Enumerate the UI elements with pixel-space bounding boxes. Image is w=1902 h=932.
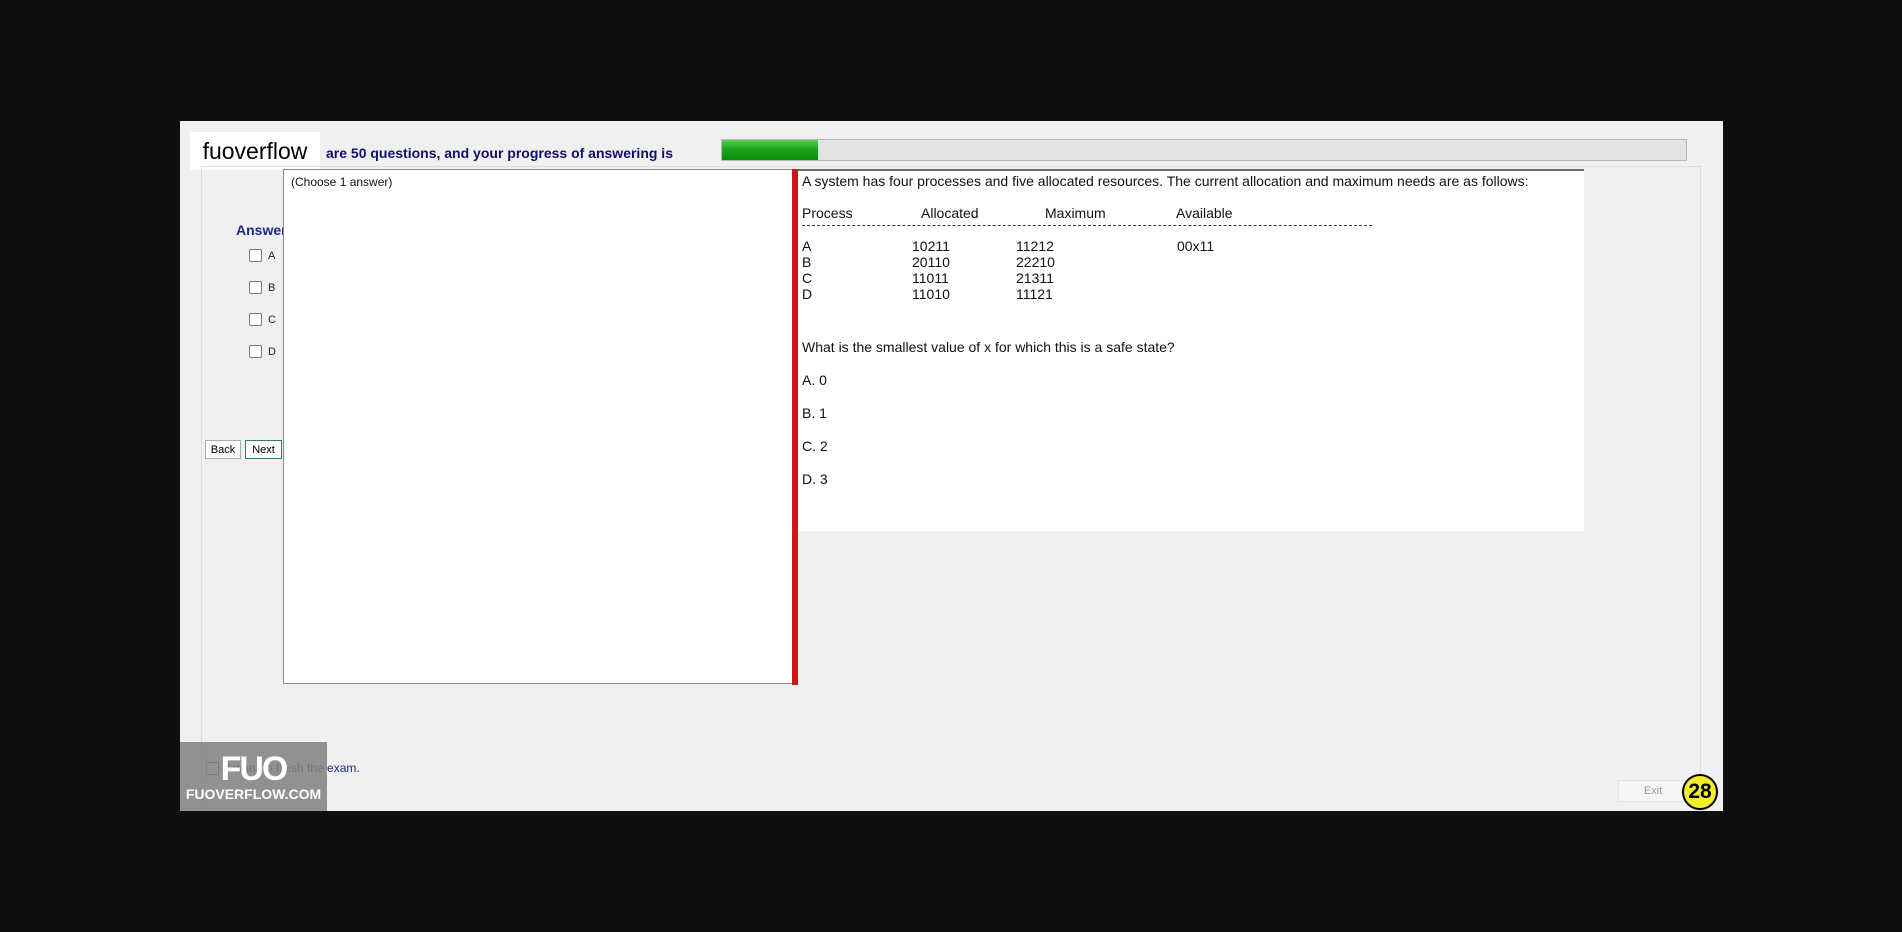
option-a-label: A bbox=[268, 249, 276, 262]
watermark-logo-mark: FUO bbox=[220, 749, 289, 788]
option-b[interactable]: B bbox=[249, 281, 275, 294]
exit-button[interactable]: Exit bbox=[1618, 780, 1688, 802]
progress-bar bbox=[721, 139, 1687, 161]
watermark-logo: FUO FUOVERFLOW.COM bbox=[180, 742, 327, 811]
choice-c: C. 2 bbox=[802, 438, 828, 454]
question-prompt: What is the smallest value of x for whic… bbox=[802, 339, 1175, 355]
option-b-checkbox[interactable] bbox=[249, 281, 262, 294]
row-a-allocated: 10211 bbox=[912, 238, 950, 254]
row-c-allocated: 11011 bbox=[912, 270, 949, 286]
back-button[interactable]: Back bbox=[205, 440, 241, 459]
question-intro: A system has four processes and five all… bbox=[802, 173, 1529, 189]
row-d-allocated: 11010 bbox=[912, 286, 950, 302]
option-d[interactable]: D bbox=[249, 345, 276, 358]
answer-panel: (Choose 1 answer) bbox=[283, 169, 795, 684]
option-d-checkbox[interactable] bbox=[249, 345, 262, 358]
option-a[interactable]: A bbox=[249, 249, 275, 262]
header: fuoverflow are 50 questions, and your pr… bbox=[180, 121, 1723, 171]
row-d-maximum: 11121 bbox=[1016, 286, 1053, 302]
option-d-label: D bbox=[268, 345, 276, 358]
answer-title: Answer bbox=[236, 222, 287, 238]
choice-b: B. 1 bbox=[802, 405, 827, 421]
header-process: Process bbox=[802, 205, 853, 221]
option-c-checkbox[interactable] bbox=[249, 313, 262, 326]
table-separator bbox=[802, 225, 1372, 226]
choose-hint: (Choose 1 answer) bbox=[291, 175, 393, 189]
row-a-maximum: 11212 bbox=[1016, 238, 1054, 254]
progress-label: are 50 questions, and your progress of a… bbox=[326, 145, 673, 161]
option-c[interactable]: C bbox=[249, 313, 276, 326]
exam-window: fuoverflow are 50 questions, and your pr… bbox=[180, 121, 1723, 811]
row-c-maximum: 21311 bbox=[1016, 270, 1054, 286]
brand-logo: fuoverflow bbox=[190, 132, 320, 170]
row-a-available: 00x11 bbox=[1177, 238, 1215, 254]
header-available: Available bbox=[1176, 205, 1233, 221]
row-b-allocated: 20110 bbox=[912, 254, 950, 270]
choice-d: D. 3 bbox=[802, 471, 828, 487]
row-c-process: C bbox=[802, 270, 813, 286]
row-d-process: D bbox=[802, 286, 813, 302]
choice-a: A. 0 bbox=[802, 372, 827, 388]
next-button[interactable]: Next bbox=[245, 440, 282, 459]
header-allocated: Allocated bbox=[921, 205, 979, 221]
watermark-text: FUOVERFLOW.COM bbox=[185, 785, 322, 802]
header-maximum: Maximum bbox=[1045, 205, 1106, 221]
row-b-maximum: 22210 bbox=[1016, 254, 1055, 270]
row-a-process: A bbox=[802, 238, 812, 254]
option-c-label: C bbox=[268, 313, 276, 326]
option-b-label: B bbox=[268, 281, 276, 294]
option-a-checkbox[interactable] bbox=[249, 249, 262, 262]
question-number-badge: 28 bbox=[1682, 774, 1718, 810]
progress-fill bbox=[722, 140, 819, 160]
row-b-process: B bbox=[802, 254, 812, 270]
question-panel: A system has four processes and five all… bbox=[798, 169, 1584, 531]
